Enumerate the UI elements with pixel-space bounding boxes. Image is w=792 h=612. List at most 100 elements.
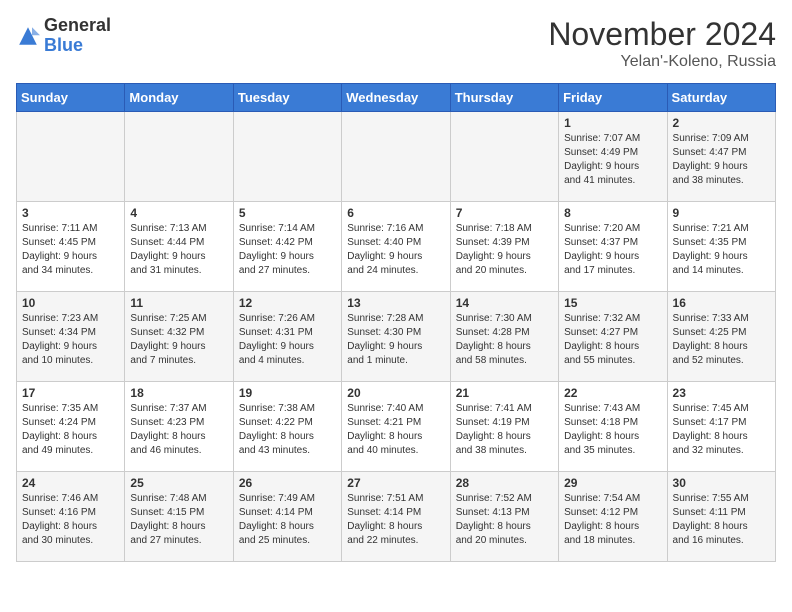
day-info: Sunrise: 7:40 AM Sunset: 4:21 PM Dayligh… [347, 402, 444, 458]
calendar-cell: 5 Sunrise: 7:14 AM Sunset: 4:42 PM Daylig… [233, 202, 341, 292]
page-header: General Blue November 2024 Yelan'-Koleno… [16, 16, 776, 71]
day-number: 10 [22, 296, 119, 310]
day-number: 15 [564, 296, 661, 310]
calendar-cell: 29 Sunrise: 7:54 AM Sunset: 4:12 PM Dayli… [559, 472, 667, 562]
column-header-monday: Monday [125, 84, 233, 112]
calendar-cell [233, 112, 341, 202]
day-info: Sunrise: 7:14 AM Sunset: 4:42 PM Dayligh… [239, 222, 336, 278]
day-info: Sunrise: 7:25 AM Sunset: 4:32 PM Dayligh… [130, 312, 227, 368]
day-info: Sunrise: 7:45 AM Sunset: 4:17 PM Dayligh… [673, 402, 770, 458]
day-info: Sunrise: 7:43 AM Sunset: 4:18 PM Dayligh… [564, 402, 661, 458]
calendar-cell: 25 Sunrise: 7:48 AM Sunset: 4:15 PM Dayli… [125, 472, 233, 562]
day-info: Sunrise: 7:21 AM Sunset: 4:35 PM Dayligh… [673, 222, 770, 278]
column-header-tuesday: Tuesday [233, 84, 341, 112]
calendar-table: SundayMondayTuesdayWednesdayThursdayFrid… [16, 83, 776, 562]
day-info: Sunrise: 7:48 AM Sunset: 4:15 PM Dayligh… [130, 492, 227, 548]
day-number: 2 [673, 116, 770, 130]
day-info: Sunrise: 7:18 AM Sunset: 4:39 PM Dayligh… [456, 222, 553, 278]
calendar-cell: 28Sunrise: 7:52 AM Sunset: 4:13 PM Dayli… [450, 472, 558, 562]
day-info: Sunrise: 7:35 AM Sunset: 4:24 PM Dayligh… [22, 402, 119, 458]
day-number: 6 [347, 206, 444, 220]
calendar-week-row: 17 Sunrise: 7:35 AM Sunset: 4:24 PM Dayli… [17, 382, 776, 472]
day-number: 30 [673, 476, 770, 490]
day-number: 8 [564, 206, 661, 220]
day-number: 19 [239, 386, 336, 400]
day-number: 22 [564, 386, 661, 400]
logo-general-text: General [44, 15, 111, 35]
day-number: 9 [673, 206, 770, 220]
calendar-cell [342, 112, 450, 202]
day-info: Sunrise: 7:32 AM Sunset: 4:27 PM Dayligh… [564, 312, 661, 368]
logo: General Blue [16, 16, 111, 56]
day-number: 5 [239, 206, 336, 220]
calendar-cell: 24Sunrise: 7:46 AM Sunset: 4:16 PM Dayli… [17, 472, 125, 562]
calendar-cell: 26 Sunrise: 7:49 AM Sunset: 4:14 PM Dayli… [233, 472, 341, 562]
day-info: Sunrise: 7:07 AM Sunset: 4:49 PM Dayligh… [564, 132, 661, 188]
calendar-cell: 9 Sunrise: 7:21 AM Sunset: 4:35 PM Daylig… [667, 202, 775, 292]
day-number: 20 [347, 386, 444, 400]
calendar-cell: 27Sunrise: 7:51 AM Sunset: 4:14 PM Dayli… [342, 472, 450, 562]
day-info: Sunrise: 7:11 AM Sunset: 4:45 PM Dayligh… [22, 222, 119, 278]
day-number: 24 [22, 476, 119, 490]
day-number: 29 [564, 476, 661, 490]
calendar-cell: 18 Sunrise: 7:37 AM Sunset: 4:23 PM Dayli… [125, 382, 233, 472]
calendar-cell: 3 Sunrise: 7:11 AM Sunset: 4:45 PM Daylig… [17, 202, 125, 292]
day-info: Sunrise: 7:23 AM Sunset: 4:34 PM Dayligh… [22, 312, 119, 368]
day-number: 25 [130, 476, 227, 490]
calendar-cell: 2 Sunrise: 7:09 AM Sunset: 4:47 PM Daylig… [667, 112, 775, 202]
day-number: 18 [130, 386, 227, 400]
calendar-cell: 15 Sunrise: 7:32 AM Sunset: 4:27 PM Dayli… [559, 292, 667, 382]
day-info: Sunrise: 7:09 AM Sunset: 4:47 PM Dayligh… [673, 132, 770, 188]
day-info: Sunrise: 7:41 AM Sunset: 4:19 PM Dayligh… [456, 402, 553, 458]
day-number: 21 [456, 386, 553, 400]
day-info: Sunrise: 7:33 AM Sunset: 4:25 PM Dayligh… [673, 312, 770, 368]
day-info: Sunrise: 7:49 AM Sunset: 4:14 PM Dayligh… [239, 492, 336, 548]
day-number: 16 [673, 296, 770, 310]
day-info: Sunrise: 7:54 AM Sunset: 4:12 PM Dayligh… [564, 492, 661, 548]
month-title: November 2024 [548, 16, 776, 53]
day-number: 26 [239, 476, 336, 490]
calendar-cell: 6 Sunrise: 7:16 AM Sunset: 4:40 PM Daylig… [342, 202, 450, 292]
day-number: 17 [22, 386, 119, 400]
calendar-cell: 1Sunrise: 7:07 AM Sunset: 4:49 PM Daylig… [559, 112, 667, 202]
calendar-cell: 23 Sunrise: 7:45 AM Sunset: 4:17 PM Dayli… [667, 382, 775, 472]
column-header-wednesday: Wednesday [342, 84, 450, 112]
calendar-week-row: 1Sunrise: 7:07 AM Sunset: 4:49 PM Daylig… [17, 112, 776, 202]
day-number: 3 [22, 206, 119, 220]
calendar-cell: 30 Sunrise: 7:55 AM Sunset: 4:11 PM Dayli… [667, 472, 775, 562]
column-header-friday: Friday [559, 84, 667, 112]
day-number: 11 [130, 296, 227, 310]
day-info: Sunrise: 7:37 AM Sunset: 4:23 PM Dayligh… [130, 402, 227, 458]
logo-icon [16, 24, 40, 48]
day-info: Sunrise: 7:20 AM Sunset: 4:37 PM Dayligh… [564, 222, 661, 278]
calendar-cell: 20 Sunrise: 7:40 AM Sunset: 4:21 PM Dayli… [342, 382, 450, 472]
day-number: 23 [673, 386, 770, 400]
column-header-thursday: Thursday [450, 84, 558, 112]
calendar-cell: 10 Sunrise: 7:23 AM Sunset: 4:34 PM Dayli… [17, 292, 125, 382]
day-info: Sunrise: 7:55 AM Sunset: 4:11 PM Dayligh… [673, 492, 770, 548]
day-info: Sunrise: 7:38 AM Sunset: 4:22 PM Dayligh… [239, 402, 336, 458]
logo-blue-text: Blue [44, 35, 83, 55]
day-info: Sunrise: 7:28 AM Sunset: 4:30 PM Dayligh… [347, 312, 444, 368]
location-subtitle: Yelan'-Koleno, Russia [548, 53, 776, 71]
day-info: Sunrise: 7:13 AM Sunset: 4:44 PM Dayligh… [130, 222, 227, 278]
calendar-cell [125, 112, 233, 202]
day-info: Sunrise: 7:16 AM Sunset: 4:40 PM Dayligh… [347, 222, 444, 278]
calendar-week-row: 3 Sunrise: 7:11 AM Sunset: 4:45 PM Daylig… [17, 202, 776, 292]
calendar-cell: 19 Sunrise: 7:38 AM Sunset: 4:22 PM Dayli… [233, 382, 341, 472]
calendar-cell: 21 Sunrise: 7:41 AM Sunset: 4:19 PM Dayli… [450, 382, 558, 472]
calendar-cell: 22 Sunrise: 7:43 AM Sunset: 4:18 PM Dayli… [559, 382, 667, 472]
calendar-cell: 4 Sunrise: 7:13 AM Sunset: 4:44 PM Daylig… [125, 202, 233, 292]
calendar-cell: 7Sunrise: 7:18 AM Sunset: 4:39 PM Daylig… [450, 202, 558, 292]
calendar-week-row: 24Sunrise: 7:46 AM Sunset: 4:16 PM Dayli… [17, 472, 776, 562]
calendar-cell [17, 112, 125, 202]
day-number: 4 [130, 206, 227, 220]
calendar-header-row: SundayMondayTuesdayWednesdayThursdayFrid… [17, 84, 776, 112]
calendar-cell: 13Sunrise: 7:28 AM Sunset: 4:30 PM Dayli… [342, 292, 450, 382]
calendar-cell: 11 Sunrise: 7:25 AM Sunset: 4:32 PM Dayli… [125, 292, 233, 382]
day-number: 14 [456, 296, 553, 310]
day-info: Sunrise: 7:26 AM Sunset: 4:31 PM Dayligh… [239, 312, 336, 368]
day-info: Sunrise: 7:30 AM Sunset: 4:28 PM Dayligh… [456, 312, 553, 368]
column-header-saturday: Saturday [667, 84, 775, 112]
calendar-cell [450, 112, 558, 202]
